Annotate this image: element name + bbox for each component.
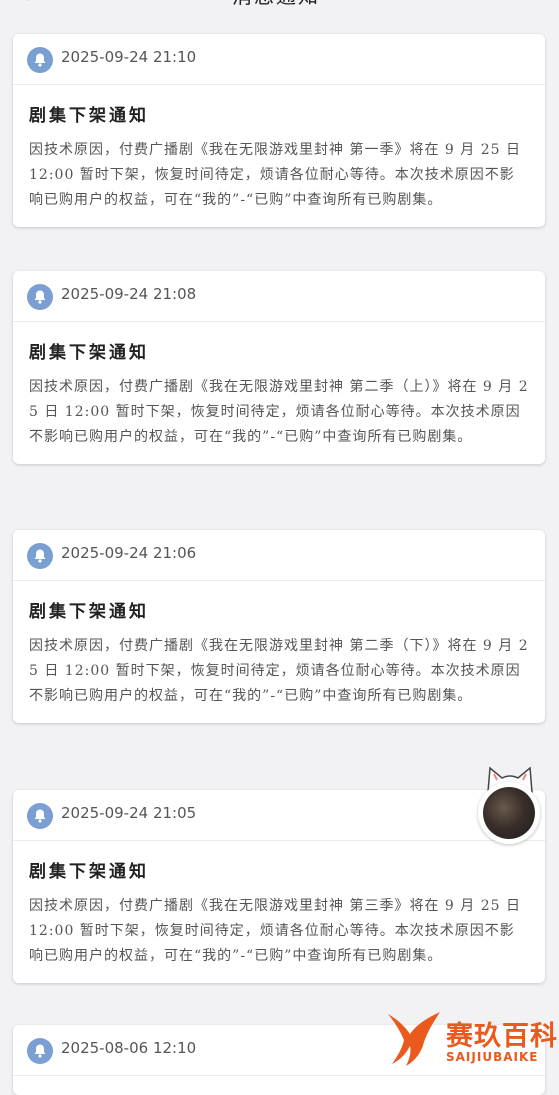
notification-header: 2025-09-24 21:10	[13, 34, 545, 85]
notification-time: 2025-08-06 12:10	[61, 1039, 196, 1057]
notification-time: 2025-09-24 21:10	[61, 48, 196, 66]
bell-icon	[27, 803, 53, 829]
notification-text: 因技术原因，付费广播剧《我在无限游戏里封神 第二季（上）》将在 9 月 25 日…	[29, 375, 529, 450]
bell-icon	[27, 1038, 53, 1064]
notification-card[interactable]: 2025-09-24 21:05 剧集下架通知 因技术原因，付费广播剧《我在无限…	[13, 790, 545, 983]
notification-title: 剧集下架通知	[29, 857, 529, 882]
avatar	[483, 787, 535, 839]
bell-icon	[27, 543, 53, 569]
bell-icon	[27, 47, 53, 73]
notification-time: 2025-09-24 21:06	[61, 544, 196, 562]
notification-time: 2025-09-24 21:08	[61, 285, 196, 303]
notification-title: 剧集下架通知	[29, 101, 529, 126]
notification-text: 因技术原因，付费广播剧《我在无限游戏里封神 第二季（下）》将在 9 月 25 日…	[29, 634, 529, 709]
watermark-logo: 赛玖百科 SAIJIUBAIKE	[384, 1008, 559, 1078]
notification-text: 因技术原因，付费广播剧《我在无限游戏里封神 第一季》将在 9 月 25 日 12…	[29, 138, 529, 213]
notification-title: 剧集下架通知	[29, 597, 529, 622]
notification-title: 剧集下架通知	[29, 338, 529, 363]
notification-header: 2025-09-24 21:06	[13, 530, 545, 581]
floating-avatar-button[interactable]	[478, 764, 542, 848]
notification-text: 因技术原因，付费广播剧《我在无限游戏里封神 第三季》将在 9 月 25 日 12…	[29, 894, 529, 969]
notification-time: 2025-09-24 21:05	[61, 804, 196, 822]
watermark-sub: SAIJIUBAIKE	[446, 1050, 538, 1064]
watermark-name: 赛玖百科	[446, 1014, 558, 1053]
notification-header: 2025-09-24 21:05	[13, 790, 545, 841]
top-bar: 消息通知	[0, 0, 559, 8]
notification-card[interactable]: 2025-09-24 21:08 剧集下架通知 因技术原因，付费广播剧《我在无限…	[13, 271, 545, 464]
bell-icon	[27, 284, 53, 310]
notification-header: 2025-09-24 21:08	[13, 271, 545, 322]
notification-card[interactable]: 2025-09-24 21:10 剧集下架通知 因技术原因，付费广播剧《我在无限…	[13, 34, 545, 227]
notification-card[interactable]: 2025-09-24 21:06 剧集下架通知 因技术原因，付费广播剧《我在无限…	[13, 530, 545, 723]
page-title: 消息通知	[232, 0, 320, 9]
fish-tail-logo-icon	[384, 1008, 444, 1070]
